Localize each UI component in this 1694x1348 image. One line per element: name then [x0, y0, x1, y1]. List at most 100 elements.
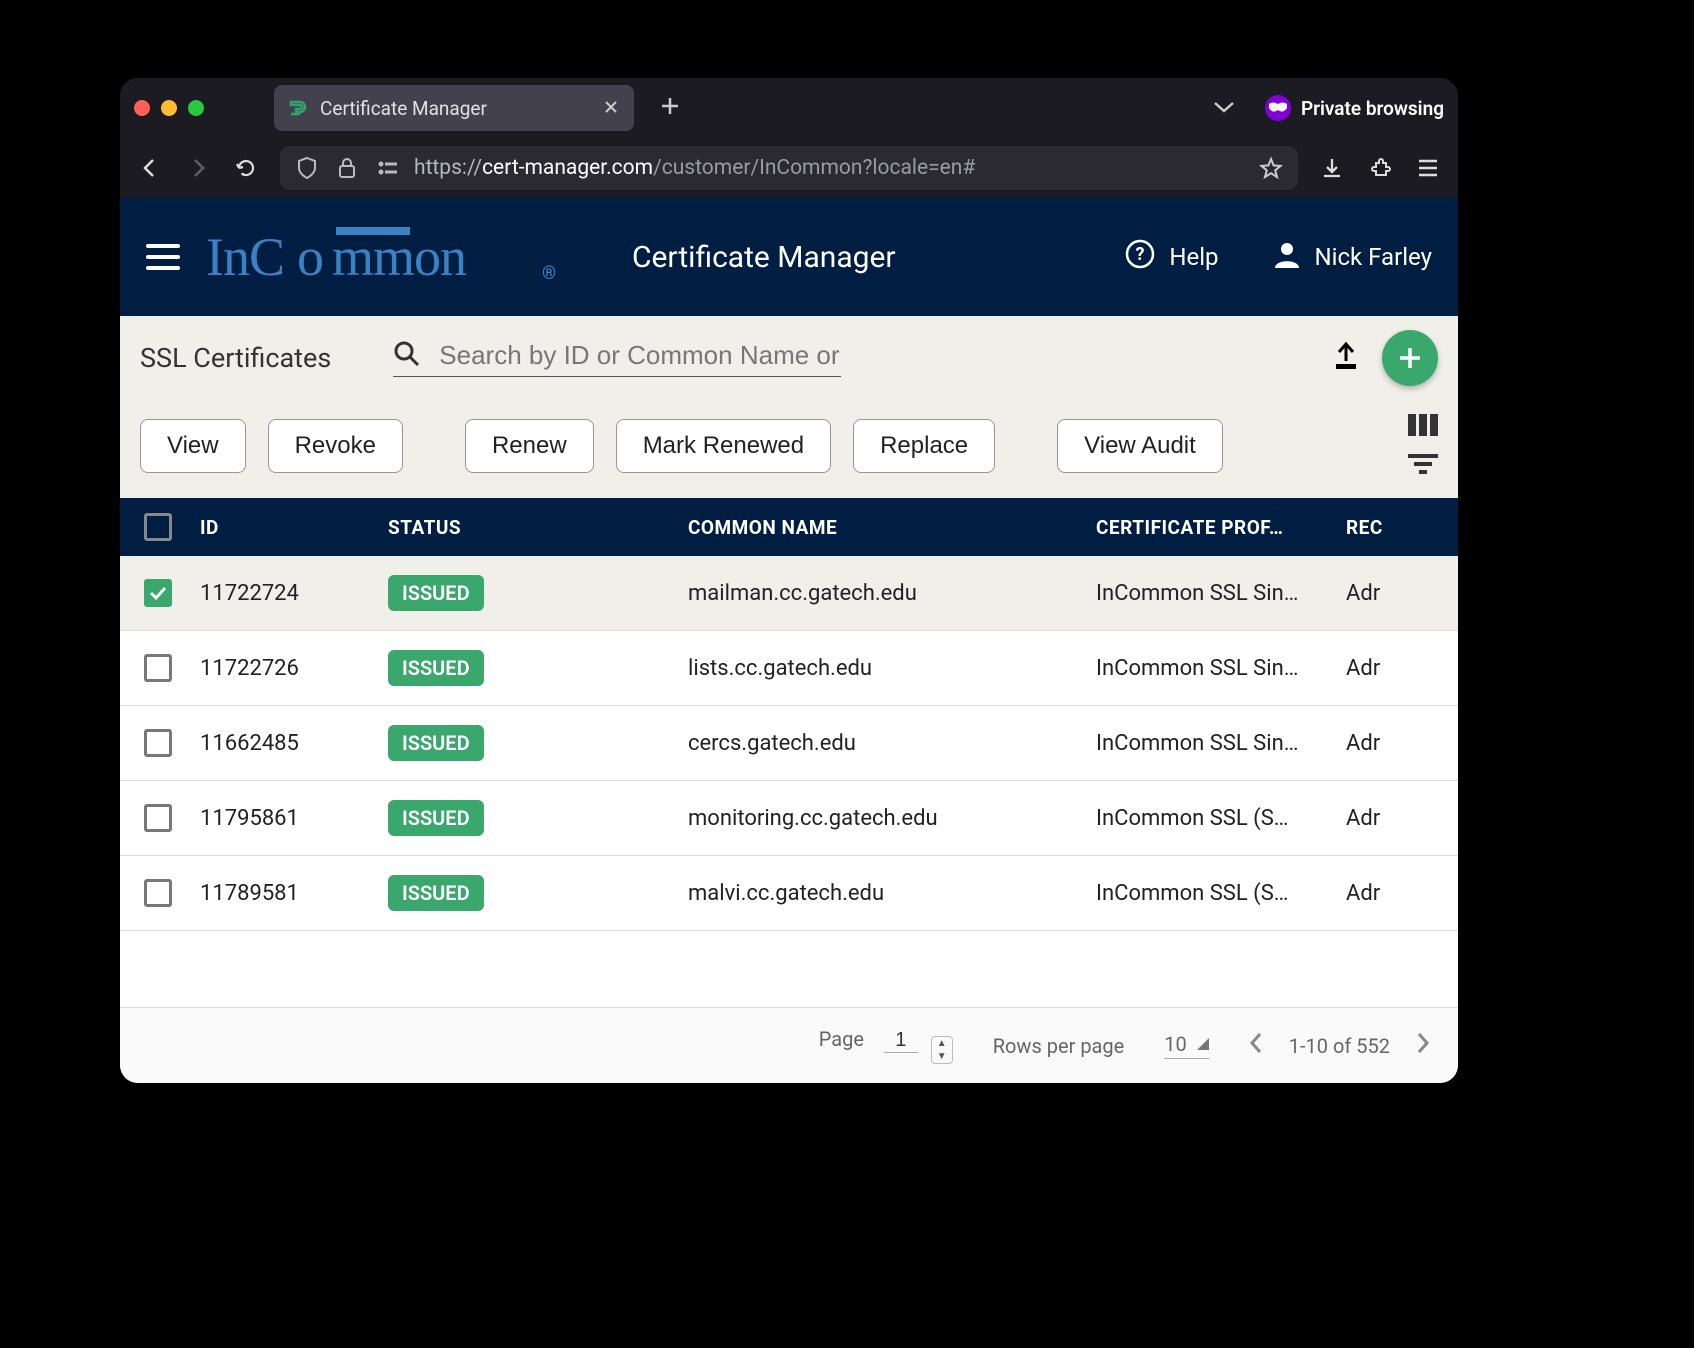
search-icon [393, 340, 421, 372]
svg-text:?: ? [1136, 244, 1145, 265]
rows-per-page-group: Rows per page [993, 1034, 1125, 1058]
app-header: InC o mmon ® Certificate Manager ? Help … [120, 198, 1458, 316]
table-row[interactable]: 11722726ISSUEDlists.cc.gatech.eduInCommo… [120, 631, 1458, 706]
rows-per-page-select[interactable]: 10 [1164, 1032, 1208, 1059]
search-input[interactable] [439, 340, 840, 371]
help-link[interactable]: ? Help [1125, 239, 1218, 275]
address-bar[interactable]: https://cert-manager.com/customer/InComm… [280, 146, 1298, 190]
app-viewport: InC o mmon ® Certificate Manager ? Help … [120, 198, 1458, 1083]
cell-common-name: mailman.cc.gatech.edu [688, 581, 1096, 606]
dropdown-triangle-icon [1197, 1038, 1209, 1050]
columns-icon[interactable] [1408, 414, 1438, 440]
table-row[interactable]: 11789581ISSUEDmalvi.cc.gatech.eduInCommo… [120, 856, 1458, 931]
lock-icon[interactable] [334, 155, 360, 181]
permissions-icon[interactable] [374, 155, 400, 181]
svg-text:®: ® [542, 263, 556, 284]
view-audit-button[interactable]: View Audit [1057, 419, 1223, 473]
cell-common-name: malvi.cc.gatech.edu [688, 881, 1096, 906]
table-row[interactable]: 11722724ISSUED mailman.cc.gatech.eduInCom… [120, 556, 1458, 631]
private-browsing-indicator: Private browsing [1265, 95, 1444, 121]
bookmark-star-icon[interactable] [1258, 155, 1284, 181]
row-checkbox[interactable] [144, 579, 172, 607]
url-text: https://cert-manager.com/customer/InComm… [414, 156, 1244, 180]
filter-icon[interactable] [1408, 454, 1438, 478]
cell-profile: InCommon SSL (S… [1096, 881, 1346, 906]
forward-button[interactable] [184, 154, 212, 182]
cell-profile: InCommon SSL Sin… [1096, 581, 1346, 606]
page-subtitle: SSL Certificates [140, 342, 331, 374]
column-cert-profile[interactable]: CERTIFICATE PROF… [1096, 516, 1346, 539]
app-menu-button[interactable] [1414, 154, 1442, 182]
row-checkbox[interactable] [144, 804, 172, 832]
new-tab-button[interactable] [644, 93, 696, 123]
svg-text:InC: InC [206, 227, 284, 287]
extensions-button[interactable] [1366, 154, 1394, 182]
cell-id: 11722724 [196, 581, 388, 606]
column-status[interactable]: STATUS [388, 516, 688, 539]
revoke-button[interactable]: Revoke [268, 419, 403, 473]
search-field[interactable] [393, 340, 840, 377]
column-rec[interactable]: REC [1346, 516, 1436, 539]
status-badge: ISSUED [388, 725, 484, 761]
add-certificate-button[interactable] [1382, 330, 1438, 386]
prev-page-button[interactable] [1249, 1032, 1263, 1060]
cell-common-name: lists.cc.gatech.edu [688, 656, 1096, 681]
page-toolbar: SSL Certificates [120, 316, 1458, 400]
upload-button[interactable] [1332, 341, 1360, 375]
row-checkbox[interactable] [144, 729, 172, 757]
action-bar: View Revoke Renew Mark Renewed Replace V… [120, 400, 1458, 498]
row-checkbox[interactable] [144, 879, 172, 907]
cell-rec: Adr [1346, 656, 1436, 681]
cell-status: ISSUED [388, 875, 688, 911]
cell-rec: Adr [1346, 881, 1436, 906]
cell-rec: Adr [1346, 581, 1436, 606]
view-button[interactable]: View [140, 419, 246, 473]
tab-close-button[interactable] [602, 98, 620, 119]
replace-button[interactable]: Replace [853, 419, 995, 473]
window-controls [134, 100, 264, 116]
minimize-window-button[interactable] [161, 100, 177, 116]
table-row[interactable]: 11795861ISSUEDmonitoring.cc.gatech.eduIn… [120, 781, 1458, 856]
column-common-name[interactable]: COMMON NAME [688, 516, 1096, 539]
tab-favicon-icon [288, 98, 308, 118]
page-group: Page ▲▼ [819, 1027, 953, 1064]
pagination-bar: Page ▲▼ Rows per page 10 1-10 of 552 [120, 1007, 1458, 1083]
cell-rec: Adr [1346, 731, 1436, 756]
page-nav: 1-10 of 552 [1249, 1032, 1430, 1060]
row-checkbox[interactable] [144, 654, 172, 682]
browser-tab[interactable]: Certificate Manager [274, 85, 634, 131]
maximize-window-button[interactable] [188, 100, 204, 116]
table-row[interactable]: 11662485ISSUEDcercs.gatech.eduInCommon S… [120, 706, 1458, 781]
cell-id: 11789581 [196, 881, 388, 906]
status-badge: ISSUED [388, 800, 484, 836]
downloads-button[interactable] [1318, 154, 1346, 182]
nav-menu-button[interactable] [146, 244, 180, 270]
shield-icon[interactable] [294, 155, 320, 181]
status-badge: ISSUED [388, 650, 484, 686]
url-scheme: https:// [414, 156, 482, 180]
status-badge: ISSUED [388, 575, 484, 611]
back-button[interactable] [136, 154, 164, 182]
close-window-button[interactable] [134, 100, 150, 116]
page-input[interactable] [884, 1029, 918, 1053]
reload-button[interactable] [232, 154, 260, 182]
cell-common-name: monitoring.cc.gatech.edu [688, 806, 1096, 831]
select-all-checkbox[interactable] [144, 513, 172, 541]
cell-common-name: cercs.gatech.edu [688, 731, 1096, 756]
rows-per-page-label: Rows per page [993, 1034, 1125, 1058]
cell-id: 11662485 [196, 731, 388, 756]
browser-toolbar: https://cert-manager.com/customer/InComm… [120, 138, 1458, 198]
cell-profile: InCommon SSL Sin… [1096, 656, 1346, 681]
url-host: cert-manager.com [482, 156, 653, 180]
renew-button[interactable]: Renew [465, 419, 594, 473]
user-menu[interactable]: Nick Farley [1273, 240, 1432, 274]
table-body: 11722724ISSUEDmailman.cc.gatech.eduInCom… [120, 556, 1458, 1007]
page-stepper[interactable]: ▲▼ [931, 1036, 953, 1064]
svg-text:mmon: mmon [332, 227, 467, 287]
app-title: Certificate Manager [632, 240, 896, 275]
tabs-dropdown-button[interactable] [1193, 99, 1255, 118]
column-id[interactable]: ID [196, 516, 388, 539]
next-page-button[interactable] [1416, 1032, 1430, 1060]
mark-renewed-button[interactable]: Mark Renewed [616, 419, 831, 473]
help-icon: ? [1125, 239, 1155, 275]
